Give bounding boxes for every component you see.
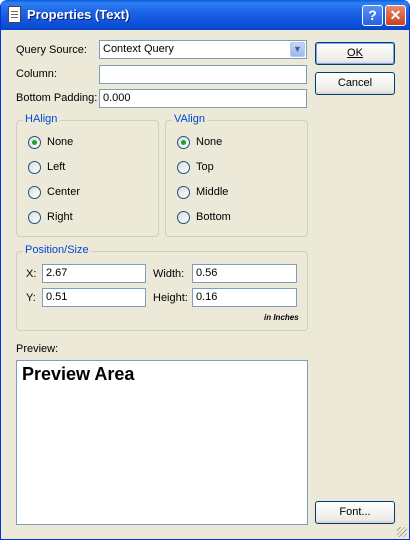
width-label: Width: [153, 268, 185, 280]
preview-label: Preview: [16, 343, 59, 355]
position-size-title: Position/Size [23, 244, 91, 256]
valign-option-label: Top [196, 161, 214, 173]
height-field[interactable]: 0.16 [192, 288, 297, 307]
properties-dialog: Properties (Text) ? ✕ Query Source: Cont… [0, 0, 410, 540]
column-field[interactable] [99, 65, 307, 84]
query-source-select[interactable]: Context Query ▼ [99, 40, 307, 59]
valign-bottom-radio[interactable] [177, 211, 190, 224]
bottom-padding-field[interactable]: 0.000 [99, 89, 307, 108]
halign-option-label: None [47, 136, 74, 148]
cancel-button[interactable]: Cancel [315, 72, 395, 95]
halign-option-label: Center [47, 186, 81, 198]
width-field[interactable]: 0.56 [192, 264, 297, 283]
height-label: Height: [153, 292, 188, 304]
preview-area: Preview Area [16, 360, 308, 525]
valign-title: VAlign [172, 113, 207, 125]
ok-button[interactable]: OK [315, 42, 395, 65]
halign-left-radio[interactable] [28, 161, 41, 174]
halign-center-radio[interactable] [28, 186, 41, 199]
y-label: Y: [26, 292, 36, 304]
halign-none-radio[interactable] [28, 136, 41, 149]
title-bar[interactable]: Properties (Text) ? ✕ [1, 0, 409, 30]
halign-option-label: Right [47, 211, 73, 223]
bottom-padding-label: Bottom Padding: [16, 92, 98, 104]
halign-right-radio[interactable] [28, 211, 41, 224]
valign-top-radio[interactable] [177, 161, 190, 174]
units-label: in Inches [264, 313, 299, 322]
help-button[interactable]: ? [362, 5, 383, 26]
halign-title: HAlign [23, 113, 60, 125]
cancel-button-label: Cancel [337, 77, 373, 89]
document-icon [8, 6, 21, 23]
x-label: X: [26, 268, 37, 280]
resize-grip[interactable] [397, 527, 407, 537]
preview-text: Preview Area [22, 364, 135, 384]
x-field[interactable]: 2.67 [42, 264, 146, 283]
valign-option-label: Bottom [196, 211, 231, 223]
chevron-down-icon[interactable]: ▼ [290, 42, 305, 57]
halign-option-label: Left [47, 161, 66, 173]
valign-middle-radio[interactable] [177, 186, 190, 199]
ok-button-label: OK [347, 47, 363, 59]
query-source-label: Query Source: [16, 44, 87, 56]
close-button[interactable]: ✕ [385, 5, 406, 26]
valign-option-label: None [196, 136, 223, 148]
query-source-value: Context Query [103, 43, 174, 55]
font-button[interactable]: Font... [315, 501, 395, 524]
valign-option-label: Middle [196, 186, 229, 198]
valign-none-radio[interactable] [177, 136, 190, 149]
y-field[interactable]: 0.51 [42, 288, 146, 307]
window-title: Properties (Text) [27, 7, 130, 22]
column-label: Column: [16, 68, 57, 80]
font-button-label: Font... [339, 506, 371, 518]
